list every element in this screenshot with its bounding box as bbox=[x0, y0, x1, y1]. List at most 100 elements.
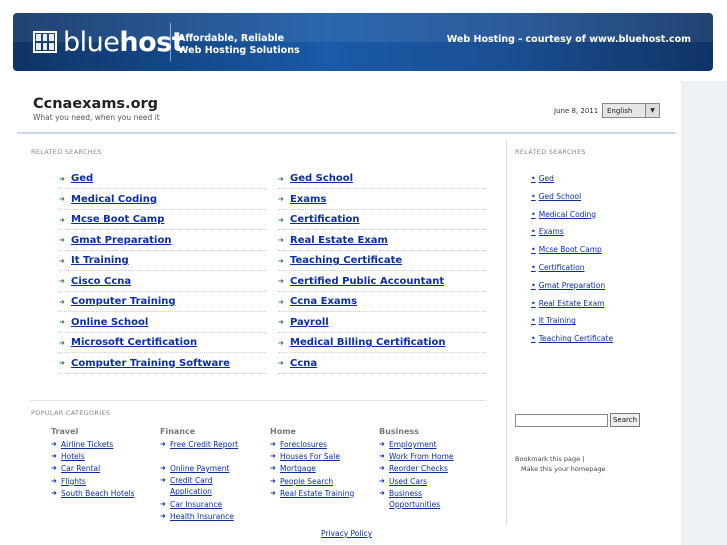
related-link[interactable]: ➜ Cisco Ccna bbox=[59, 272, 267, 292]
related-link[interactable]: ➜ It Training bbox=[59, 251, 267, 271]
language-select[interactable]: English ▼ bbox=[602, 103, 660, 118]
category-link[interactable]: ➜ Work From Home bbox=[379, 451, 469, 462]
category-link[interactable]: ➜ Employment bbox=[379, 439, 469, 450]
bookmark-label: Bookmark this page bbox=[515, 455, 581, 463]
related-link[interactable]: ➜ Real Estate Exam bbox=[278, 231, 486, 251]
related-link[interactable]: ➜ Mcse Boot Camp bbox=[59, 210, 267, 230]
category-link[interactable]: ➜ Houses For Sale bbox=[270, 451, 360, 462]
related-link[interactable]: ➜ Medical Coding bbox=[59, 190, 267, 210]
homepage-link[interactable]: Make this your homepage bbox=[521, 465, 605, 473]
category-link[interactable]: ➜ Mortgage bbox=[270, 463, 360, 474]
category-link[interactable]: ➜ Airline Tickets bbox=[51, 439, 141, 450]
sidebar-link-label: Ged bbox=[538, 174, 554, 183]
related-link-label: Medical Coding bbox=[71, 193, 157, 205]
sidebar-related-link[interactable]: • Teaching Certificate bbox=[531, 334, 613, 343]
site-header: Ccnaexams.org What you need, when you ne… bbox=[17, 87, 676, 134]
bullet-icon: • bbox=[531, 227, 536, 237]
chevron-down-icon[interactable]: ▼ bbox=[645, 104, 659, 117]
sidebar-related-link[interactable]: • Ged bbox=[531, 174, 554, 183]
related-link[interactable]: ➜ Payroll bbox=[278, 313, 486, 333]
sidebar-related-link[interactable]: • Certification bbox=[531, 263, 585, 272]
category-link[interactable]: ➜ Health Insurance bbox=[160, 511, 250, 522]
privacy-policy-link[interactable]: Privacy Policy bbox=[321, 529, 372, 538]
sidebar-related-link[interactable]: • Medical Coding bbox=[531, 210, 596, 219]
arrow-icon: ➜ bbox=[278, 195, 284, 203]
related-link-label: Online School bbox=[71, 316, 149, 328]
related-link[interactable]: ➜ Medical Billing Certification bbox=[278, 333, 486, 353]
arrow-icon: ➜ bbox=[51, 464, 57, 473]
category-link-label: Car Insurance bbox=[170, 500, 223, 510]
arrow-icon: ➜ bbox=[270, 452, 276, 461]
search-input[interactable] bbox=[515, 414, 608, 427]
category-link-label: Free Credit Report bbox=[170, 440, 239, 449]
sidebar-link-label: Gmat Preparation bbox=[538, 280, 606, 290]
arrow-icon: ➜ bbox=[270, 488, 276, 497]
related-link[interactable]: ➜ Ged bbox=[59, 169, 267, 189]
sidebar-related-link[interactable]: • Gmat Preparation bbox=[531, 281, 605, 290]
category-heading: Home bbox=[270, 427, 296, 436]
arrow-icon: ➜ bbox=[278, 215, 284, 224]
sidebar-related-link[interactable]: • It Training bbox=[531, 316, 576, 325]
category-link[interactable]: ➜ Free Credit Report bbox=[160, 439, 250, 450]
category-link-label: Online Payment bbox=[170, 464, 230, 473]
sidebar-related-link[interactable]: • Mcse Boot Camp bbox=[531, 245, 602, 254]
related-link[interactable]: ➜ Certified Public Accountant bbox=[278, 272, 486, 292]
related-link-label: Certified Public Accountant bbox=[290, 275, 445, 287]
arrow-icon: ➜ bbox=[59, 338, 65, 347]
category-link[interactable]: ➜ Used Cars bbox=[379, 476, 469, 487]
arrow-icon: ➜ bbox=[59, 318, 65, 326]
category-link[interactable]: ➜ Online Payment bbox=[160, 463, 250, 474]
sidebar-related-link[interactable]: • Real Estate Exam bbox=[531, 299, 604, 308]
category-link-label: South Beach Hotels bbox=[61, 488, 135, 498]
category-link[interactable]: ➜ Reorder Checks bbox=[379, 463, 469, 474]
arrow-icon: ➜ bbox=[51, 488, 57, 497]
logo-text-bold: host bbox=[119, 26, 185, 58]
category-link[interactable]: ➜ Car Rental bbox=[51, 463, 141, 474]
banner-courtesy[interactable]: Web Hosting - courtesy of www.bluehost.c… bbox=[447, 34, 691, 45]
related-link[interactable]: ➜ Teaching Certificate bbox=[278, 251, 486, 271]
logo-text: bluehost bbox=[63, 26, 185, 58]
logo-text-light: blue bbox=[63, 26, 120, 58]
related-link[interactable]: ➜ Computer Training bbox=[59, 292, 267, 312]
bluehost-logo[interactable]: bluehost bbox=[33, 26, 185, 58]
sidebar-related-link[interactable]: • Ged School bbox=[531, 192, 581, 201]
related-link[interactable]: ➜ Computer Training Software bbox=[59, 354, 267, 374]
related-link[interactable]: ➜ Ccna bbox=[278, 354, 486, 374]
related-link[interactable]: ➜ Ccna Exams bbox=[278, 292, 486, 312]
category-link[interactable]: ➜ Credit Card Application bbox=[160, 475, 250, 497]
category-link-label: Airline Tickets bbox=[61, 440, 114, 449]
category-link[interactable]: ➜ South Beach Hotels bbox=[51, 488, 141, 499]
related-link-label: Ccna bbox=[290, 357, 318, 369]
sidebar-link-label: Medical Coding bbox=[538, 209, 597, 219]
category-link[interactable]: ➜ Business Opportunities bbox=[379, 488, 469, 510]
sidebar-link-label: It Training bbox=[538, 316, 576, 326]
category-link[interactable]: ➜ Real Estate Training bbox=[270, 488, 360, 499]
related-link-label: Computer Training Software bbox=[71, 357, 230, 369]
category-link[interactable]: ➜ People Search bbox=[270, 476, 360, 487]
arrow-icon: ➜ bbox=[278, 256, 284, 265]
related-link[interactable]: ➜ Exams bbox=[278, 190, 486, 210]
arrow-icon: ➜ bbox=[51, 476, 57, 485]
language-value: English bbox=[607, 107, 633, 115]
category-link[interactable]: ➜ Flights bbox=[51, 476, 141, 487]
category-link[interactable]: ➜ Car Insurance bbox=[160, 499, 250, 510]
related-link[interactable]: ➜ Ged School bbox=[278, 169, 486, 189]
current-date: June 8, 2011 bbox=[554, 107, 599, 115]
related-link[interactable]: ➜ Gmat Preparation bbox=[59, 231, 267, 251]
category-link[interactable]: ➜ Foreclosures bbox=[270, 439, 360, 450]
related-link-label: Real Estate Exam bbox=[290, 234, 388, 246]
related-link-label: Mcse Boot Camp bbox=[71, 214, 165, 225]
tagline-line2: Web Hosting Solutions bbox=[178, 45, 300, 56]
related-searches-label: RELATED SEARCHES bbox=[31, 148, 102, 156]
sidebar-related-link[interactable]: • Exams bbox=[531, 227, 564, 236]
bullet-icon: • bbox=[531, 334, 536, 344]
category-link[interactable]: ➜ Hotels bbox=[51, 451, 141, 462]
related-link-label: Computer Training bbox=[71, 296, 176, 307]
bookmark-link[interactable]: Bookmark this page | bbox=[515, 455, 584, 463]
category-link-label: Hotels bbox=[61, 452, 85, 462]
related-link[interactable]: ➜ Microsoft Certification bbox=[59, 333, 267, 353]
search-button[interactable]: Search bbox=[610, 413, 640, 427]
related-link[interactable]: ➜ Certification bbox=[278, 210, 486, 230]
bluehost-banner[interactable]: bluehost Affordable, Reliable Web Hostin… bbox=[13, 13, 713, 71]
related-link[interactable]: ➜ Online School bbox=[59, 313, 267, 333]
